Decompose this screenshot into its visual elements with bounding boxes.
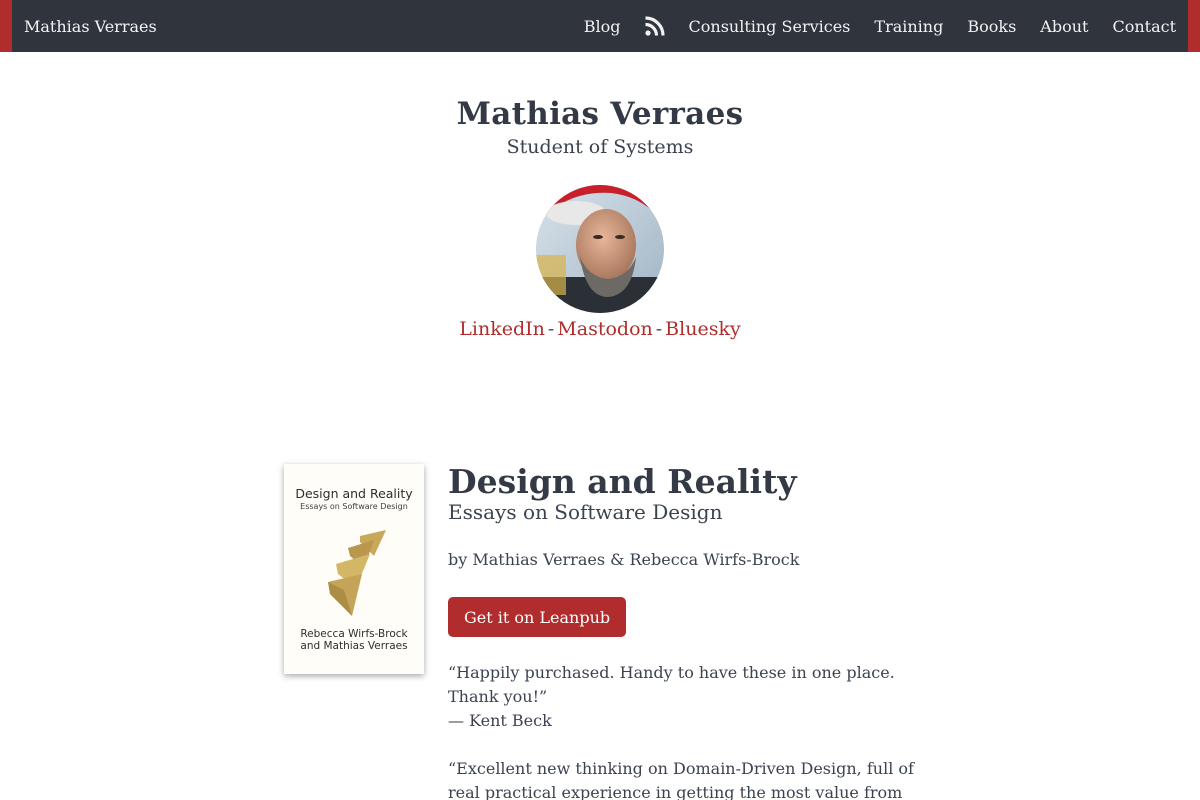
brand-link[interactable]: Mathias Verraes <box>24 17 157 36</box>
nav-about-link[interactable]: About <box>1040 17 1088 36</box>
cover-subtitle: Essays on Software Design <box>300 502 408 511</box>
social-separator: - <box>655 318 663 340</box>
social-separator: - <box>547 318 555 340</box>
nav-links: Blog Consulting Services Training Books … <box>584 16 1176 36</box>
book-title: Design and Reality <box>448 462 797 501</box>
nav-blog-link[interactable]: Blog <box>584 17 621 36</box>
testimonial-quote: “Excellent new thinking on Domain-Driven… <box>448 759 914 800</box>
cover-author-line: and Mathias Verraes <box>300 640 408 652</box>
mastodon-link[interactable]: Mastodon <box>557 318 652 340</box>
linkedin-link[interactable]: LinkedIn <box>459 318 545 340</box>
book-authors: by Mathias Verraes & Rebecca Wirfs-Brock <box>448 550 800 569</box>
cover-art-illustration <box>328 530 386 616</box>
cover-title: Design and Reality <box>295 486 413 501</box>
avatar <box>536 185 664 313</box>
bluesky-link[interactable]: Bluesky <box>665 318 741 340</box>
top-navbar: Mathias Verraes Blog Consulting Services… <box>0 0 1200 52</box>
nav-contact-link[interactable]: Contact <box>1112 17 1176 36</box>
cover-authors: Rebecca Wirfs-Brock and Mathias Verraes <box>284 628 424 652</box>
nav-books-link[interactable]: Books <box>967 17 1016 36</box>
book-cover[interactable]: Design and Reality Essays on Software De… <box>284 464 424 674</box>
site-title: Mathias Verraes <box>456 96 744 132</box>
get-on-leanpub-button[interactable]: Get it on Leanpub <box>448 597 627 637</box>
site-subtitle: Student of Systems <box>506 136 694 158</box>
nav-training-link[interactable]: Training <box>874 17 943 36</box>
social-links: LinkedIn - Mastodon - Bluesky <box>0 318 1200 340</box>
book-subtitle: Essays on Software Design <box>448 500 723 524</box>
testimonial-quote: “Happily purchased. Handy to have these … <box>448 663 895 706</box>
rss-icon[interactable] <box>644 16 665 36</box>
testimonial-attribution: — Kent Beck <box>448 711 552 730</box>
cover-author-line: Rebecca Wirfs-Brock <box>300 628 408 640</box>
nav-consulting-link[interactable]: Consulting Services <box>689 17 851 36</box>
